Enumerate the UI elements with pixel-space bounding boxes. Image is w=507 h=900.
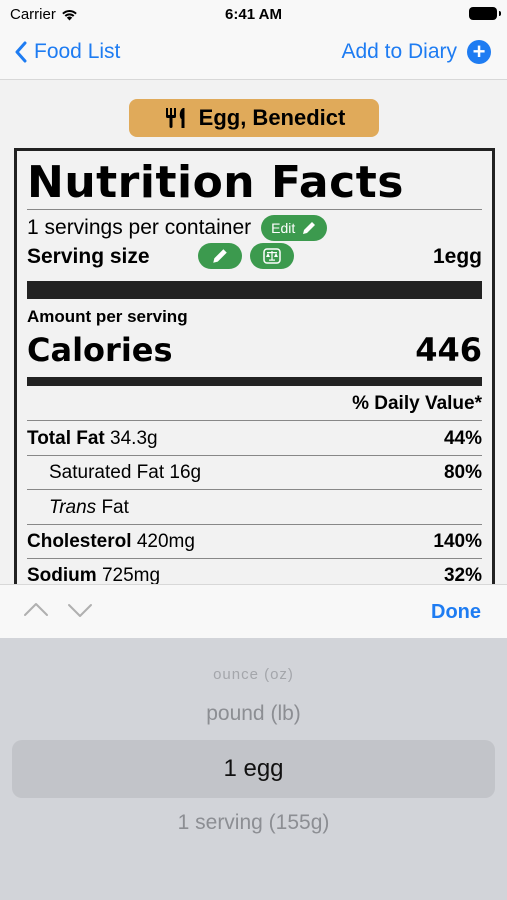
- back-button[interactable]: Food List: [14, 40, 120, 64]
- nutrient-name-italic: Trans: [49, 497, 97, 518]
- nutrition-facts-label: Nutrition Facts 1 servings per container…: [14, 148, 495, 588]
- nutrient-amount: 16g: [169, 462, 202, 483]
- divider: [27, 209, 482, 210]
- nutrient-name: Sodium: [27, 565, 97, 586]
- pencil-icon: [213, 249, 227, 263]
- servings-row: 1 servings per container Edit: [27, 215, 328, 241]
- weigh-serving-button[interactable]: [250, 243, 294, 269]
- back-button-label: Food List: [34, 40, 121, 63]
- edit-servings-label: Edit: [271, 220, 296, 236]
- edit-servings-button[interactable]: Edit: [261, 215, 328, 241]
- thick-divider: [27, 281, 482, 299]
- add-to-diary-button[interactable]: Add to Diary +: [341, 40, 491, 64]
- nutrient-name: Total Fat: [27, 428, 105, 449]
- serving-unit-picker[interactable]: ounce (oz) pound (lb) 1 egg 1 serving (1…: [0, 638, 507, 900]
- calories-value: 446: [415, 331, 482, 369]
- nutrition-facts-title: Nutrition Facts: [27, 157, 404, 208]
- battery-icon: [469, 7, 501, 20]
- nutrient-row-cholesterol: Cholesterol 420mg 140%: [27, 525, 482, 559]
- picker-option[interactable]: ounce (oz): [0, 666, 507, 683]
- serving-size-value: 1egg: [432, 245, 482, 268]
- nutrient-amount: 725mg: [101, 565, 161, 586]
- servings-per-container: 1 servings per container: [27, 216, 252, 239]
- edit-serving-size-button[interactable]: [198, 243, 242, 269]
- navigation-bar: Food List Add to Diary +: [0, 28, 507, 80]
- done-button[interactable]: Done: [431, 601, 481, 624]
- daily-value-header: % Daily Value*: [352, 393, 482, 414]
- serving-size-row: Serving size 1egg: [27, 243, 482, 271]
- picker-toolbar: Done: [0, 584, 507, 638]
- picker-option[interactable]: pound (lb): [0, 702, 507, 726]
- divider: [27, 489, 482, 490]
- calories-label: Calories: [27, 331, 173, 369]
- nutrient-amount: 34.3g: [110, 428, 158, 449]
- nutrient-row-saturated-fat: Saturated Fat 16g 80%: [27, 456, 482, 490]
- status-time: 6:41 AM: [225, 6, 282, 23]
- nutrient-name: Saturated Fat: [49, 462, 165, 483]
- amount-per-serving: Amount per serving: [27, 307, 188, 326]
- calories-row: Calories 446: [27, 331, 482, 369]
- food-name-badge: Egg, Benedict: [129, 99, 379, 137]
- nutrient-daily-value: 140%: [433, 531, 482, 552]
- add-to-diary-label: Add to Diary: [341, 40, 457, 63]
- picker-option-selected[interactable]: 1 egg: [0, 755, 507, 783]
- status-bar: Carrier 6:41 AM: [0, 0, 507, 28]
- food-name: Egg, Benedict: [198, 105, 346, 130]
- divider: [27, 420, 482, 421]
- nutrient-name: Cholesterol: [27, 531, 132, 552]
- nutrient-row-total-fat: Total Fat 34.3g 44%: [27, 422, 482, 456]
- nutrient-row-trans-fat: Trans Fat: [27, 491, 482, 525]
- pencil-icon: [303, 222, 316, 234]
- fork-knife-icon: [165, 108, 185, 128]
- plus-circle-icon: +: [467, 40, 491, 64]
- thick-divider: [27, 377, 482, 386]
- scale-icon: [263, 248, 281, 264]
- chevron-up-icon[interactable]: [22, 599, 50, 621]
- nutrient-daily-value: 80%: [443, 462, 482, 483]
- nutrient-daily-value: 44%: [443, 428, 482, 449]
- chevron-down-icon[interactable]: [66, 599, 94, 621]
- chevron-left-icon: [15, 41, 27, 63]
- serving-size-label: Serving size: [27, 245, 150, 268]
- nutrient-name: Fat: [101, 497, 129, 518]
- nutrient-amount: 420mg: [136, 531, 195, 552]
- picker-option[interactable]: 1 serving (155g): [0, 811, 507, 835]
